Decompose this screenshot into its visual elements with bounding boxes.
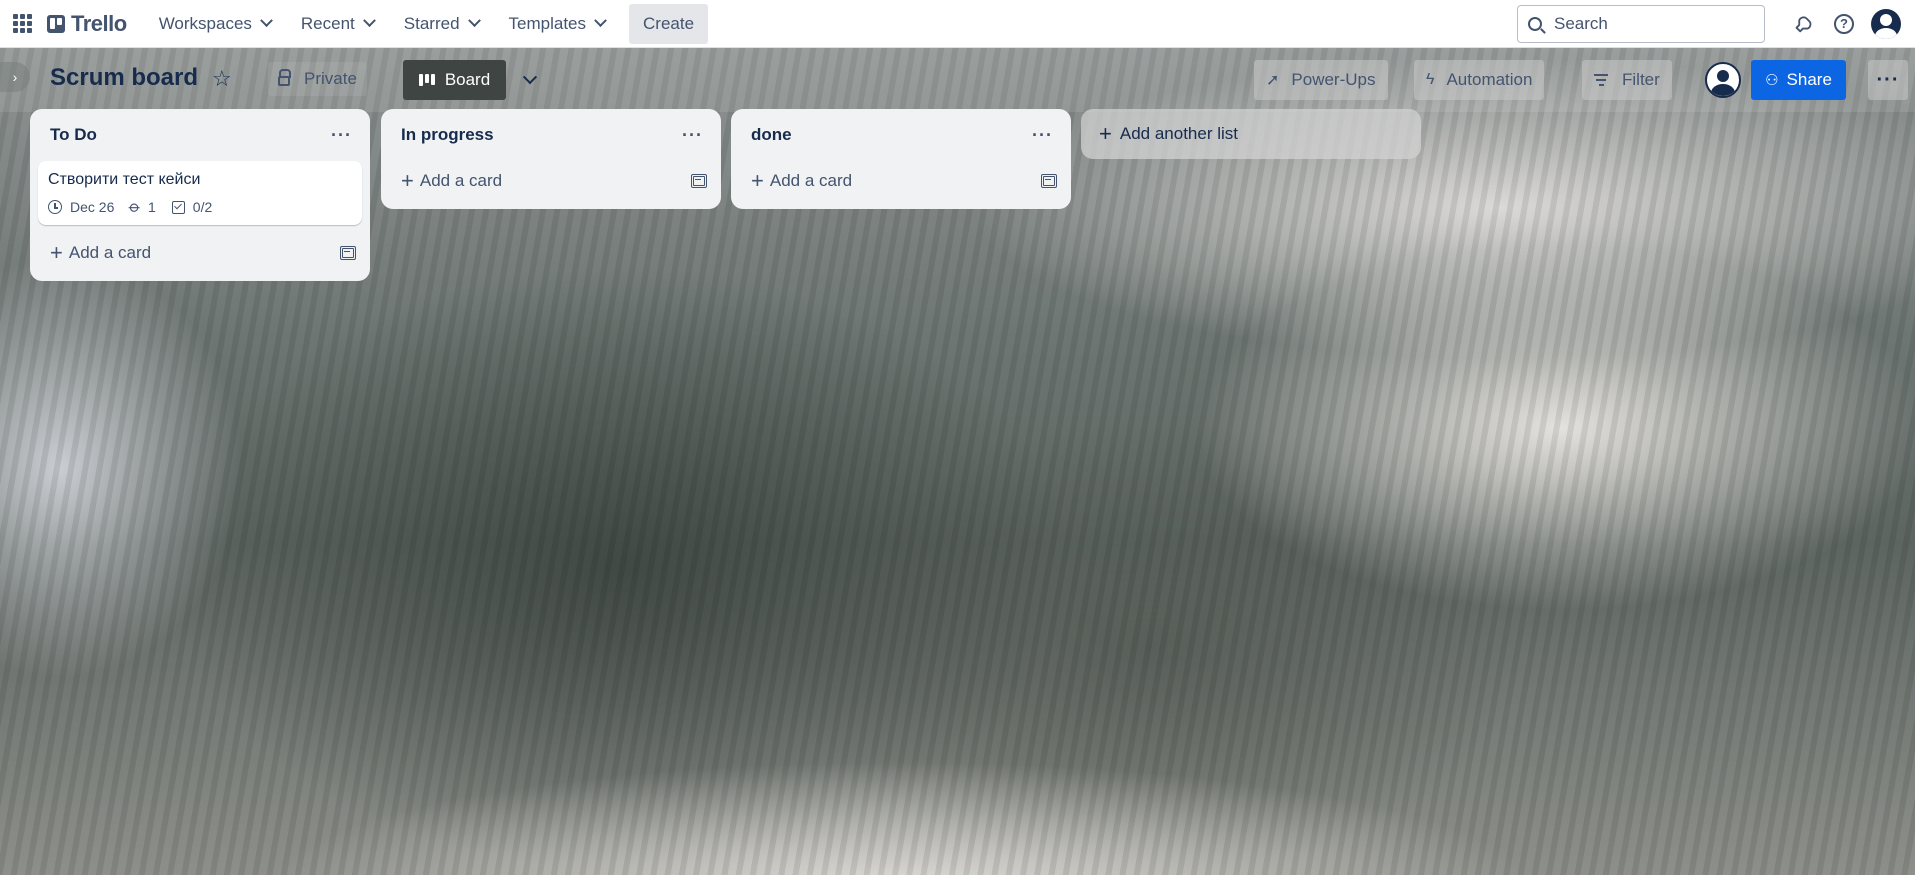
card-badges: Dec 26 ⌀ 1 0/2 (48, 197, 352, 217)
nav-starred[interactable]: Starred (394, 8, 489, 40)
card-template-icon[interactable] (691, 174, 707, 188)
sidebar-toggle-button[interactable]: › (0, 62, 30, 92)
power-ups-label: Power-Ups (1291, 70, 1376, 89)
help-button[interactable]: ? (1827, 7, 1861, 41)
list-done: done ··· + Add a card (731, 109, 1071, 209)
plus-icon: + (751, 168, 764, 193)
add-card-button[interactable]: + Add a card (389, 161, 713, 201)
nav-recent-label: Recent (300, 13, 355, 33)
create-button[interactable]: Create (629, 3, 709, 44)
filter-icon (1594, 74, 1608, 86)
app-switcher-icon[interactable] (13, 13, 33, 34)
due-date-text: Dec 26 (70, 199, 115, 215)
list-menu-icon[interactable]: ··· (331, 125, 352, 146)
list-menu-icon[interactable]: ··· (1032, 125, 1053, 146)
more-icon: ··· (1876, 68, 1900, 91)
board-menu-button[interactable]: ··· (1868, 60, 1908, 100)
due-date-badge[interactable]: Dec 26 (48, 199, 114, 215)
list-header[interactable]: done ··· (739, 109, 1063, 161)
bell-icon (1795, 15, 1812, 32)
search-field[interactable] (1517, 4, 1765, 43)
chevron-down-icon (467, 14, 481, 28)
board-view-label: Board (444, 70, 491, 89)
plus-icon: + (401, 168, 414, 193)
nav-workspaces[interactable]: Workspaces (149, 8, 281, 40)
paperclip-icon: ⌀ (125, 197, 145, 217)
list-header[interactable]: In progress ··· (389, 109, 713, 161)
add-list-button[interactable]: + Add another list (1081, 109, 1421, 159)
search-input[interactable] (1554, 13, 1734, 34)
top-navigation-bar: Trello Workspaces Recent Starred Templat… (0, 0, 1915, 48)
star-icon: ☆ (212, 66, 232, 91)
list-header[interactable]: To Do ··· (38, 109, 362, 161)
nav-starred-label: Starred (403, 13, 460, 33)
list-title[interactable]: To Do (50, 125, 331, 145)
list-title[interactable]: In progress (401, 125, 682, 145)
add-card-button[interactable]: + Add a card (38, 233, 362, 273)
automation-button[interactable]: ϟ Automation (1414, 60, 1545, 100)
lightning-icon: ϟ (1426, 71, 1435, 88)
checklist-count: 0/2 (192, 199, 213, 215)
add-list-label: Add another list (1119, 124, 1238, 143)
plus-icon: + (1099, 121, 1112, 146)
board-header: › Scrum board ☆ Private Board ➚ Power-Up… (0, 48, 1915, 112)
search-icon (1528, 16, 1542, 31)
notifications-button[interactable] (1785, 7, 1819, 41)
top-right-controls: ? (1517, 4, 1903, 43)
trello-logo[interactable]: Trello (47, 11, 127, 37)
board-icon (418, 74, 435, 86)
chevron-down-icon (260, 14, 273, 28)
member-avatar[interactable] (1705, 62, 1741, 98)
list-todo: To Do ··· Створити тест кейси Dec 26 ⌀ 1… (30, 109, 370, 281)
checklist-icon (171, 200, 185, 214)
list-in-progress: In progress ··· + Add a card (381, 109, 721, 209)
card-template-icon[interactable] (340, 246, 356, 260)
view-switcher-button[interactable] (512, 60, 548, 100)
help-icon: ? (1834, 13, 1854, 34)
checklist-badge: 0/2 (171, 199, 213, 215)
chevron-down-icon (594, 14, 607, 28)
chevron-down-icon (362, 14, 376, 28)
list-menu-icon[interactable]: ··· (682, 125, 703, 146)
avatar (1871, 8, 1901, 39)
board-title[interactable]: Scrum board (50, 64, 198, 92)
automation-label: Automation (1446, 70, 1533, 89)
card-template-icon[interactable] (1041, 174, 1057, 188)
list-title[interactable]: done (751, 125, 1032, 145)
add-card-label: Add a card (769, 171, 853, 190)
star-board-button[interactable]: ☆ (212, 66, 232, 92)
filter-button[interactable]: Filter (1582, 60, 1672, 100)
account-button[interactable] (1869, 7, 1903, 41)
add-card-button[interactable]: + Add a card (739, 161, 1063, 201)
nav-recent[interactable]: Recent (291, 8, 384, 40)
power-ups-button[interactable]: ➚ Power-Ups (1254, 60, 1388, 100)
add-card-label: Add a card (68, 243, 152, 262)
lock-icon (278, 69, 291, 86)
card-title: Створити тест кейси (48, 171, 201, 188)
chevron-right-icon: › (12, 69, 18, 85)
plus-icon: + (50, 240, 63, 265)
trello-logo-icon (47, 14, 65, 33)
clock-icon (48, 200, 62, 214)
add-card-label: Add a card (419, 171, 503, 190)
rocket-icon: ➚ (1266, 72, 1280, 89)
visibility-label: Private (304, 69, 357, 88)
share-button[interactable]: ⚇ Share (1751, 60, 1846, 100)
add-person-icon: ⚇ (1765, 72, 1779, 89)
nav-templates[interactable]: Templates (499, 8, 615, 40)
attachments-count: 1 (148, 199, 156, 215)
nav-workspaces-label: Workspaces (158, 13, 252, 33)
chevron-down-icon (522, 70, 538, 85)
visibility-button[interactable]: Private (268, 62, 367, 96)
filter-label: Filter (1622, 70, 1660, 89)
card[interactable]: Створити тест кейси Dec 26 ⌀ 1 0/2 (38, 161, 362, 225)
nav-templates-label: Templates (508, 13, 587, 33)
attachments-badge: ⌀ 1 (125, 197, 156, 217)
board-view-button[interactable]: Board (403, 60, 506, 100)
share-label: Share (1786, 70, 1832, 89)
logo-text: Trello (71, 10, 127, 36)
